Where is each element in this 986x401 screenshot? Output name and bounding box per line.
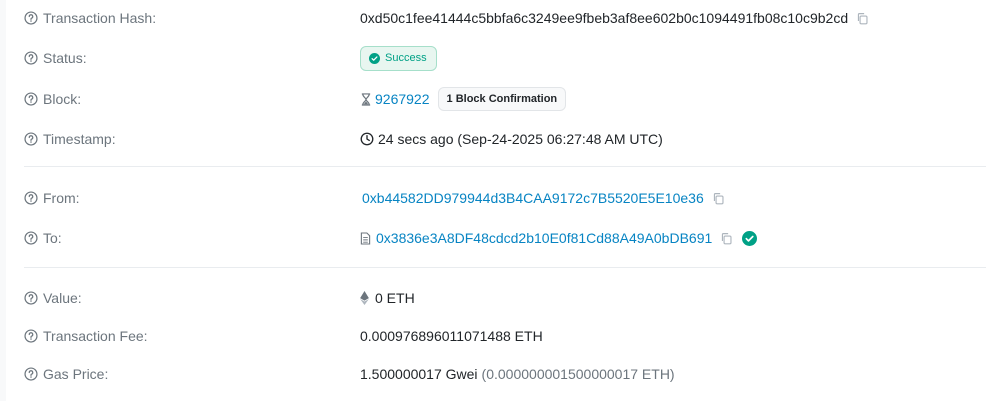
- block-number-link[interactable]: 9267922: [375, 91, 430, 107]
- block-row: Block: 9267922 1 Block Confirmation: [24, 87, 986, 111]
- status-label-text: Status:: [43, 50, 87, 66]
- question-circle-icon[interactable]: [24, 92, 38, 106]
- transaction-details-card: Transaction Hash: 0xd50c1fee41444c5bbfa6…: [6, 0, 986, 401]
- from-label-text: From:: [43, 190, 80, 206]
- from-address-link[interactable]: 0xb44582DD979944d3B4CAA9172c7B5520E5E10e…: [362, 190, 704, 206]
- verified-check-icon: [742, 230, 758, 246]
- file-icon: [360, 231, 371, 245]
- status-row: Status: Success: [24, 45, 986, 71]
- value-value-group: 0 ETH: [360, 290, 415, 306]
- tx-hash-label: Transaction Hash:: [24, 10, 360, 26]
- tx-fee-value-group: 0.000976896011071488 ETH: [360, 328, 543, 344]
- tx-fee-label-text: Transaction Fee:: [43, 328, 148, 344]
- value-row: Value: 0 ETH: [24, 286, 986, 310]
- question-circle-icon[interactable]: [24, 231, 38, 245]
- copy-icon[interactable]: [712, 192, 725, 205]
- to-label-text: To:: [43, 230, 62, 246]
- question-circle-icon[interactable]: [24, 291, 38, 305]
- eth-value: 0 ETH: [375, 290, 415, 306]
- value-label: Value:: [24, 290, 360, 306]
- to-value-group: 0x3836e3A8DF48cdcd2b10E0f81Cd88A49A0bDB6…: [360, 230, 758, 246]
- timestamp-label: Timestamp:: [24, 131, 360, 147]
- timestamp-value: 24 secs ago (Sep-24-2025 06:27:48 AM UTC…: [378, 131, 663, 147]
- tx-hash-label-text: Transaction Hash:: [43, 10, 157, 26]
- to-label: To:: [24, 230, 360, 246]
- question-circle-icon[interactable]: [24, 132, 38, 146]
- question-circle-icon[interactable]: [24, 51, 38, 65]
- tx-hash-row: Transaction Hash: 0xd50c1fee41444c5bbfa6…: [24, 6, 986, 30]
- block-label: Block:: [24, 91, 360, 107]
- to-address-link[interactable]: 0x3836e3A8DF48cdcd2b10E0f81Cd88A49A0bDB6…: [376, 230, 712, 246]
- gas-price-row: Gas Price: 1.500000017 Gwei (0.000000001…: [24, 362, 986, 386]
- tx-hash-value-group: 0xd50c1fee41444c5bbfa6c3249ee9fbeb3af8ee…: [360, 10, 869, 26]
- block-label-text: Block:: [43, 91, 82, 107]
- timestamp-value-group: 24 secs ago (Sep-24-2025 06:27:48 AM UTC…: [360, 131, 663, 147]
- copy-icon[interactable]: [720, 232, 733, 245]
- to-row: To: 0x3836e3A8DF48cdcd2b10E0f81Cd88A49A0…: [24, 226, 986, 250]
- clock-icon: [360, 132, 374, 146]
- gas-price-label-text: Gas Price:: [43, 366, 109, 382]
- gas-price-value-group: 1.500000017 Gwei (0.000000001500000017 E…: [360, 366, 675, 382]
- status-value-group: Success: [360, 45, 437, 71]
- question-circle-icon[interactable]: [24, 329, 38, 343]
- from-value-group: 0xb44582DD979944d3B4CAA9172c7B5520E5E10e…: [362, 190, 725, 206]
- gas-price-gwei: 1.500000017 Gwei: [360, 366, 478, 382]
- block-value-group: 9267922 1 Block Confirmation: [360, 87, 567, 111]
- section-divider: [24, 166, 986, 167]
- tx-fee-row: Transaction Fee: 0.000976896011071488 ET…: [24, 324, 986, 348]
- tx-hash-value: 0xd50c1fee41444c5bbfa6c3249ee9fbeb3af8ee…: [360, 10, 849, 26]
- from-label: From:: [24, 190, 360, 206]
- section-divider: [24, 267, 986, 268]
- gas-price-label: Gas Price:: [24, 366, 360, 382]
- copy-icon[interactable]: [856, 12, 869, 25]
- timestamp-label-text: Timestamp:: [43, 131, 116, 147]
- timestamp-row: Timestamp: 24 secs ago (Sep-24-2025 06:2…: [24, 127, 986, 151]
- hourglass-icon: [361, 92, 371, 106]
- question-circle-icon[interactable]: [24, 191, 38, 205]
- status-badge-text: Success: [385, 52, 427, 64]
- question-circle-icon[interactable]: [24, 367, 38, 381]
- status-badge: Success: [360, 45, 437, 71]
- tx-fee-value: 0.000976896011071488 ETH: [360, 328, 543, 344]
- check-circle-icon: [369, 52, 380, 64]
- question-circle-icon[interactable]: [24, 11, 38, 25]
- gas-price-eth: (0.000000001500000017 ETH): [481, 366, 675, 382]
- ethereum-icon: [360, 291, 369, 305]
- tx-fee-label: Transaction Fee:: [24, 328, 360, 344]
- from-row: From: 0xb44582DD979944d3B4CAA9172c7B5520…: [24, 186, 986, 210]
- status-label: Status:: [24, 50, 360, 66]
- block-confirmation-badge: 1 Block Confirmation: [437, 87, 567, 111]
- value-label-text: Value:: [43, 290, 82, 306]
